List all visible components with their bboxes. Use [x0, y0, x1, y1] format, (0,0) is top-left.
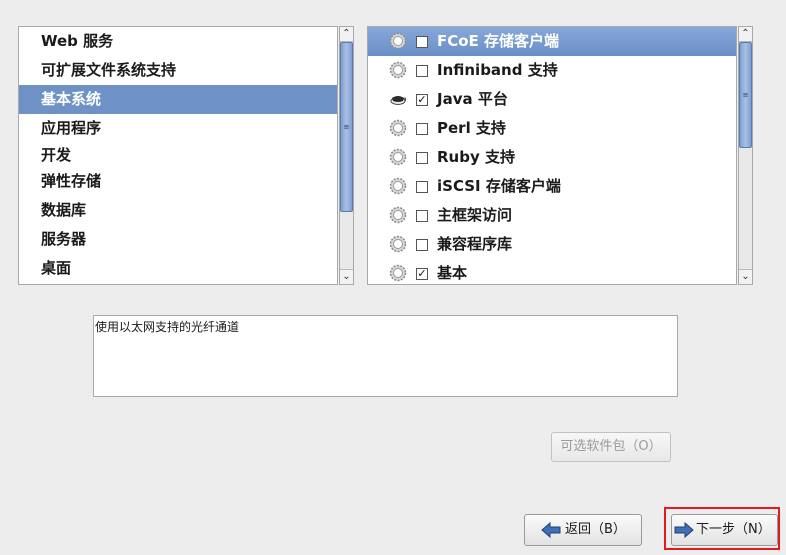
package-item-iscsi[interactable]: iSCSI 存储客户端: [368, 172, 736, 201]
scroll-up-icon[interactable]: ⌃: [340, 27, 353, 42]
package-item-ruby[interactable]: Ruby 支持: [368, 143, 736, 172]
package-list-scrollbar[interactable]: ⌃ ≡ ⌄: [738, 26, 753, 285]
package-item-perl[interactable]: Perl 支持: [368, 114, 736, 143]
package-item-base[interactable]: ✓ 基本: [368, 259, 736, 284]
package-item-fcoe[interactable]: FCoE 存储客户端: [368, 27, 736, 56]
next-button-highlight: [664, 507, 780, 550]
package-item-compat-libraries[interactable]: 兼容程序库: [368, 230, 736, 259]
package-checkbox[interactable]: [416, 36, 428, 48]
package-label: Ruby 支持: [437, 148, 515, 166]
package-label: FCoE 存储客户端: [437, 32, 560, 50]
package-label: Java 平台: [437, 90, 508, 108]
package-label: 基本: [437, 264, 468, 282]
package-checkbox[interactable]: [416, 210, 428, 222]
back-button[interactable]: 返回（B）: [524, 514, 642, 546]
package-checkbox[interactable]: [416, 123, 428, 135]
category-item-development[interactable]: 开发: [19, 141, 337, 170]
package-checkbox[interactable]: [416, 239, 428, 251]
package-checkbox[interactable]: ✓: [416, 268, 428, 280]
gear-icon: [389, 32, 407, 50]
gear-icon: [389, 61, 407, 79]
package-label: iSCSI 存储客户端: [437, 177, 561, 195]
optional-packages-button[interactable]: 可选软件包（O）: [551, 432, 671, 462]
scrollbar-thumb[interactable]: ≡: [739, 42, 752, 148]
gear-icon: [389, 206, 407, 224]
package-list[interactable]: FCoE 存储客户端 Infiniband 支持 ✓ Java 平台 Perl …: [367, 26, 737, 285]
package-item-java[interactable]: ✓ Java 平台: [368, 85, 736, 114]
gear-icon: [389, 264, 407, 282]
scroll-down-icon[interactable]: ⌄: [739, 269, 752, 284]
arrow-left-icon: [541, 522, 561, 538]
category-list[interactable]: Web 服务 可扩展文件系统支持 基本系统 应用程序 开发 弹性存储 数据库 服…: [18, 26, 338, 285]
package-checkbox[interactable]: ✓: [416, 94, 428, 106]
category-item-servers[interactable]: 服务器: [19, 225, 337, 254]
package-checkbox[interactable]: [416, 152, 428, 164]
package-label: Infiniband 支持: [437, 61, 558, 79]
category-item-web-services[interactable]: Web 服务: [19, 27, 337, 56]
gear-icon: [389, 119, 407, 137]
optional-packages-label: 可选软件包（O）: [560, 439, 662, 454]
package-checkbox[interactable]: [416, 65, 428, 77]
package-label: Perl 支持: [437, 119, 506, 137]
category-list-scrollbar[interactable]: ⌃ ≡ ⌄: [339, 26, 354, 285]
category-item-desktop[interactable]: 桌面: [19, 254, 337, 283]
coffee-cup-icon: [390, 96, 407, 105]
package-description-text: 使用以太网支持的光纤通道: [95, 320, 240, 334]
category-item-applications[interactable]: 应用程序: [19, 114, 337, 143]
back-button-label: 返回（B）: [565, 522, 626, 537]
gear-icon: [389, 177, 407, 195]
category-item-scalable-filesystem[interactable]: 可扩展文件系统支持: [19, 56, 337, 85]
category-item-resilient-storage[interactable]: 弹性存储: [19, 167, 337, 196]
gear-icon: [389, 148, 407, 166]
package-label: 主框架访问: [437, 206, 513, 224]
scrollbar-thumb[interactable]: ≡: [340, 42, 353, 212]
category-item-base-system[interactable]: 基本系统: [19, 85, 337, 114]
package-item-infiniband[interactable]: Infiniband 支持: [368, 56, 736, 85]
gear-icon: [389, 235, 407, 253]
scroll-down-icon[interactable]: ⌄: [340, 269, 353, 284]
package-label: 兼容程序库: [437, 235, 513, 253]
scroll-up-icon[interactable]: ⌃: [739, 27, 752, 42]
category-item-databases[interactable]: 数据库: [19, 196, 337, 225]
package-checkbox[interactable]: [416, 181, 428, 193]
package-item-mainframe-access[interactable]: 主框架访问: [368, 201, 736, 230]
package-description-box: 使用以太网支持的光纤通道: [93, 315, 678, 397]
